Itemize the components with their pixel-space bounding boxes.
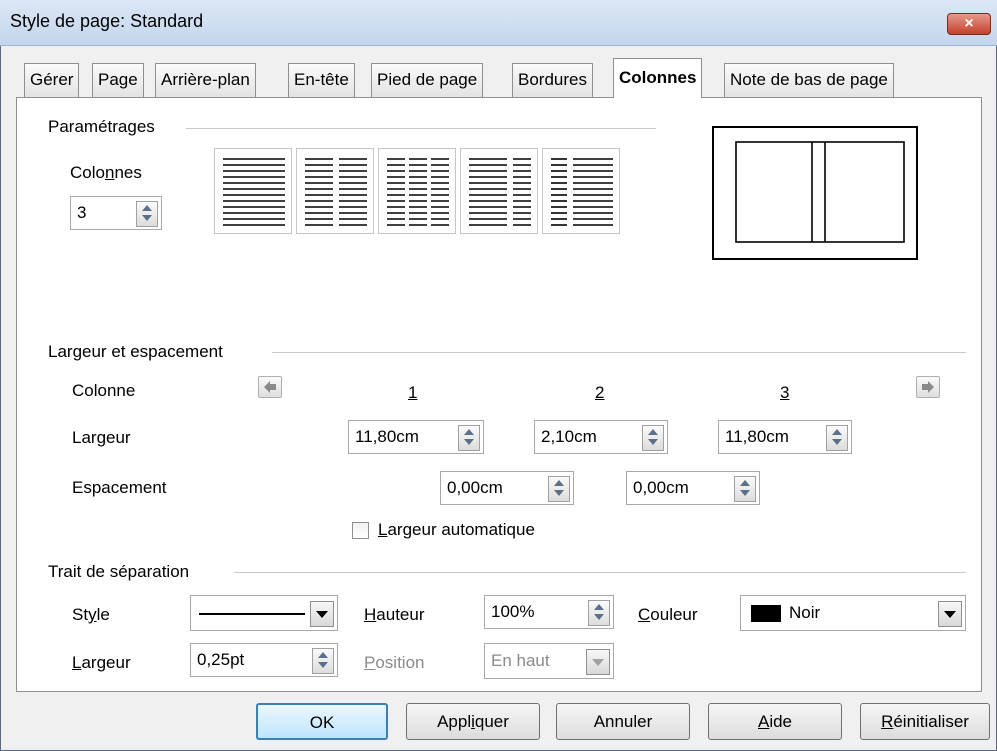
column-number-1: 1 [408, 383, 418, 402]
two-columns-right-wide-icon [551, 158, 613, 226]
tab-arriere-plan[interactable]: Arrière-plan [155, 63, 256, 97]
line-style-dropdown[interactable] [190, 595, 338, 631]
columns-value: 3 [77, 203, 87, 222]
line-width-spin-buttons[interactable] [312, 648, 334, 674]
preset-two-columns-right-wide[interactable] [542, 148, 620, 234]
chevron-down-icon[interactable] [310, 601, 334, 627]
width-spin-buttons-1[interactable] [458, 425, 480, 451]
appliquer-button[interactable]: Appliquer [406, 703, 540, 740]
aide-button[interactable]: Aide [708, 703, 842, 740]
tab-label: Bordures [518, 70, 587, 89]
tab-gerer[interactable]: Gérer [24, 63, 80, 97]
group-label-largeur-espacement: Largeur et espacement [48, 342, 223, 361]
auto-width-label[interactable]: Largeur automatique [378, 520, 535, 540]
preset-two-columns[interactable] [296, 148, 374, 234]
line-width-spinbox[interactable]: 0,25pt [190, 643, 338, 677]
couleur-dropdown[interactable]: Noir [740, 595, 966, 631]
reinitialiser-button[interactable]: Réinitialiser [860, 703, 990, 740]
width-spin-buttons-3[interactable] [826, 425, 848, 451]
tab-label: Arrière-plan [161, 70, 250, 89]
tab-label: Gérer [30, 70, 74, 89]
annuler-button[interactable]: Annuler [556, 703, 690, 740]
auto-width-checkbox[interactable] [352, 522, 369, 539]
width-spinbox-1[interactable]: 11,80cm [348, 420, 484, 454]
tab-page[interactable]: Page [92, 63, 144, 97]
two-columns-left-wide-icon [469, 158, 531, 226]
solid-line-preview [199, 613, 305, 615]
group-label-parametrages: Paramétrages [48, 117, 155, 136]
style-label: Style [72, 605, 110, 624]
width-value-2: 2,10cm [541, 427, 597, 446]
column-left-arrow-button[interactable] [258, 376, 282, 398]
ok-button[interactable]: OK [256, 703, 388, 740]
columns-spin-buttons[interactable] [136, 201, 158, 227]
group-divider [272, 352, 966, 353]
tab-pied-de-page[interactable]: Pied de page [371, 63, 484, 97]
chevron-down-icon[interactable] [938, 601, 962, 627]
hauteur-spin-buttons[interactable] [588, 600, 610, 626]
width-spinbox-3[interactable]: 11,80cm [718, 420, 852, 454]
group-divider [234, 572, 966, 573]
spacing-spin-buttons-1[interactable] [548, 476, 570, 502]
window-title: Style de page: Standard [10, 11, 204, 31]
position-dropdown: En haut [484, 643, 614, 679]
width-spinbox-2[interactable]: 2,10cm [534, 420, 668, 454]
spacing-spin-buttons-2[interactable] [734, 476, 756, 502]
chevron-down-icon [586, 649, 610, 675]
tab-note-de-bas-de-page[interactable]: Note de bas de page [724, 63, 894, 97]
line-width-value: 0,25pt [197, 650, 245, 669]
column-number-3: 3 [780, 383, 790, 402]
one-column-icon [223, 158, 285, 226]
spacing-spinbox-1[interactable]: 0,00cm [440, 471, 574, 505]
hauteur-label: Hauteur [364, 605, 425, 624]
preset-one-column[interactable] [214, 148, 292, 234]
color-swatch [751, 605, 781, 622]
largeur-label: Largeur [72, 428, 131, 447]
tab-label: Note de bas de page [730, 70, 888, 89]
couleur-label: Couleur [638, 605, 698, 624]
tab-label: Page [98, 70, 138, 89]
tab-label: En-tête [294, 70, 349, 89]
tab-label: Colonnes [619, 68, 697, 87]
column-right-arrow-button[interactable] [916, 376, 940, 398]
espacement-label: Espacement [72, 478, 167, 497]
couleur-value: Noir [789, 603, 821, 622]
tab-colonnes[interactable]: Colonnes [613, 58, 703, 98]
width-spin-buttons-2[interactable] [642, 425, 664, 451]
column-number-2: 2 [595, 383, 605, 402]
preset-two-columns-left-wide[interactable] [460, 148, 538, 234]
width-value-3: 11,80cm [725, 427, 789, 446]
close-button[interactable]: × [947, 13, 991, 35]
line-width-label: Largeur [72, 653, 131, 672]
arrow-left-icon [264, 381, 276, 393]
preset-three-columns[interactable] [378, 148, 456, 234]
columns-label: Colonnes [70, 163, 142, 182]
group-divider [186, 128, 656, 129]
spacing-value-2: 0,00cm [633, 478, 689, 497]
position-value: En haut [491, 651, 550, 670]
hauteur-value: 100% [491, 602, 535, 621]
three-columns-icon [387, 158, 449, 226]
group-label-trait-separation: Trait de séparation [48, 562, 190, 581]
tab-en-tete[interactable]: En-tête [288, 63, 355, 97]
spacing-value-1: 0,00cm [447, 478, 503, 497]
spacing-spinbox-2[interactable]: 0,00cm [626, 471, 760, 505]
colonne-label: Colonne [72, 381, 136, 400]
hauteur-spinbox[interactable]: 100% [484, 595, 614, 629]
arrow-right-icon [922, 381, 934, 393]
width-value-1: 11,80cm [355, 427, 419, 446]
page-preview [712, 126, 918, 260]
columns-spinbox[interactable]: 3 [70, 196, 162, 230]
tab-label: Pied de page [377, 70, 478, 89]
tab-bordures[interactable]: Bordures [512, 63, 593, 97]
position-label: Position [364, 653, 425, 672]
two-columns-icon [305, 158, 367, 226]
